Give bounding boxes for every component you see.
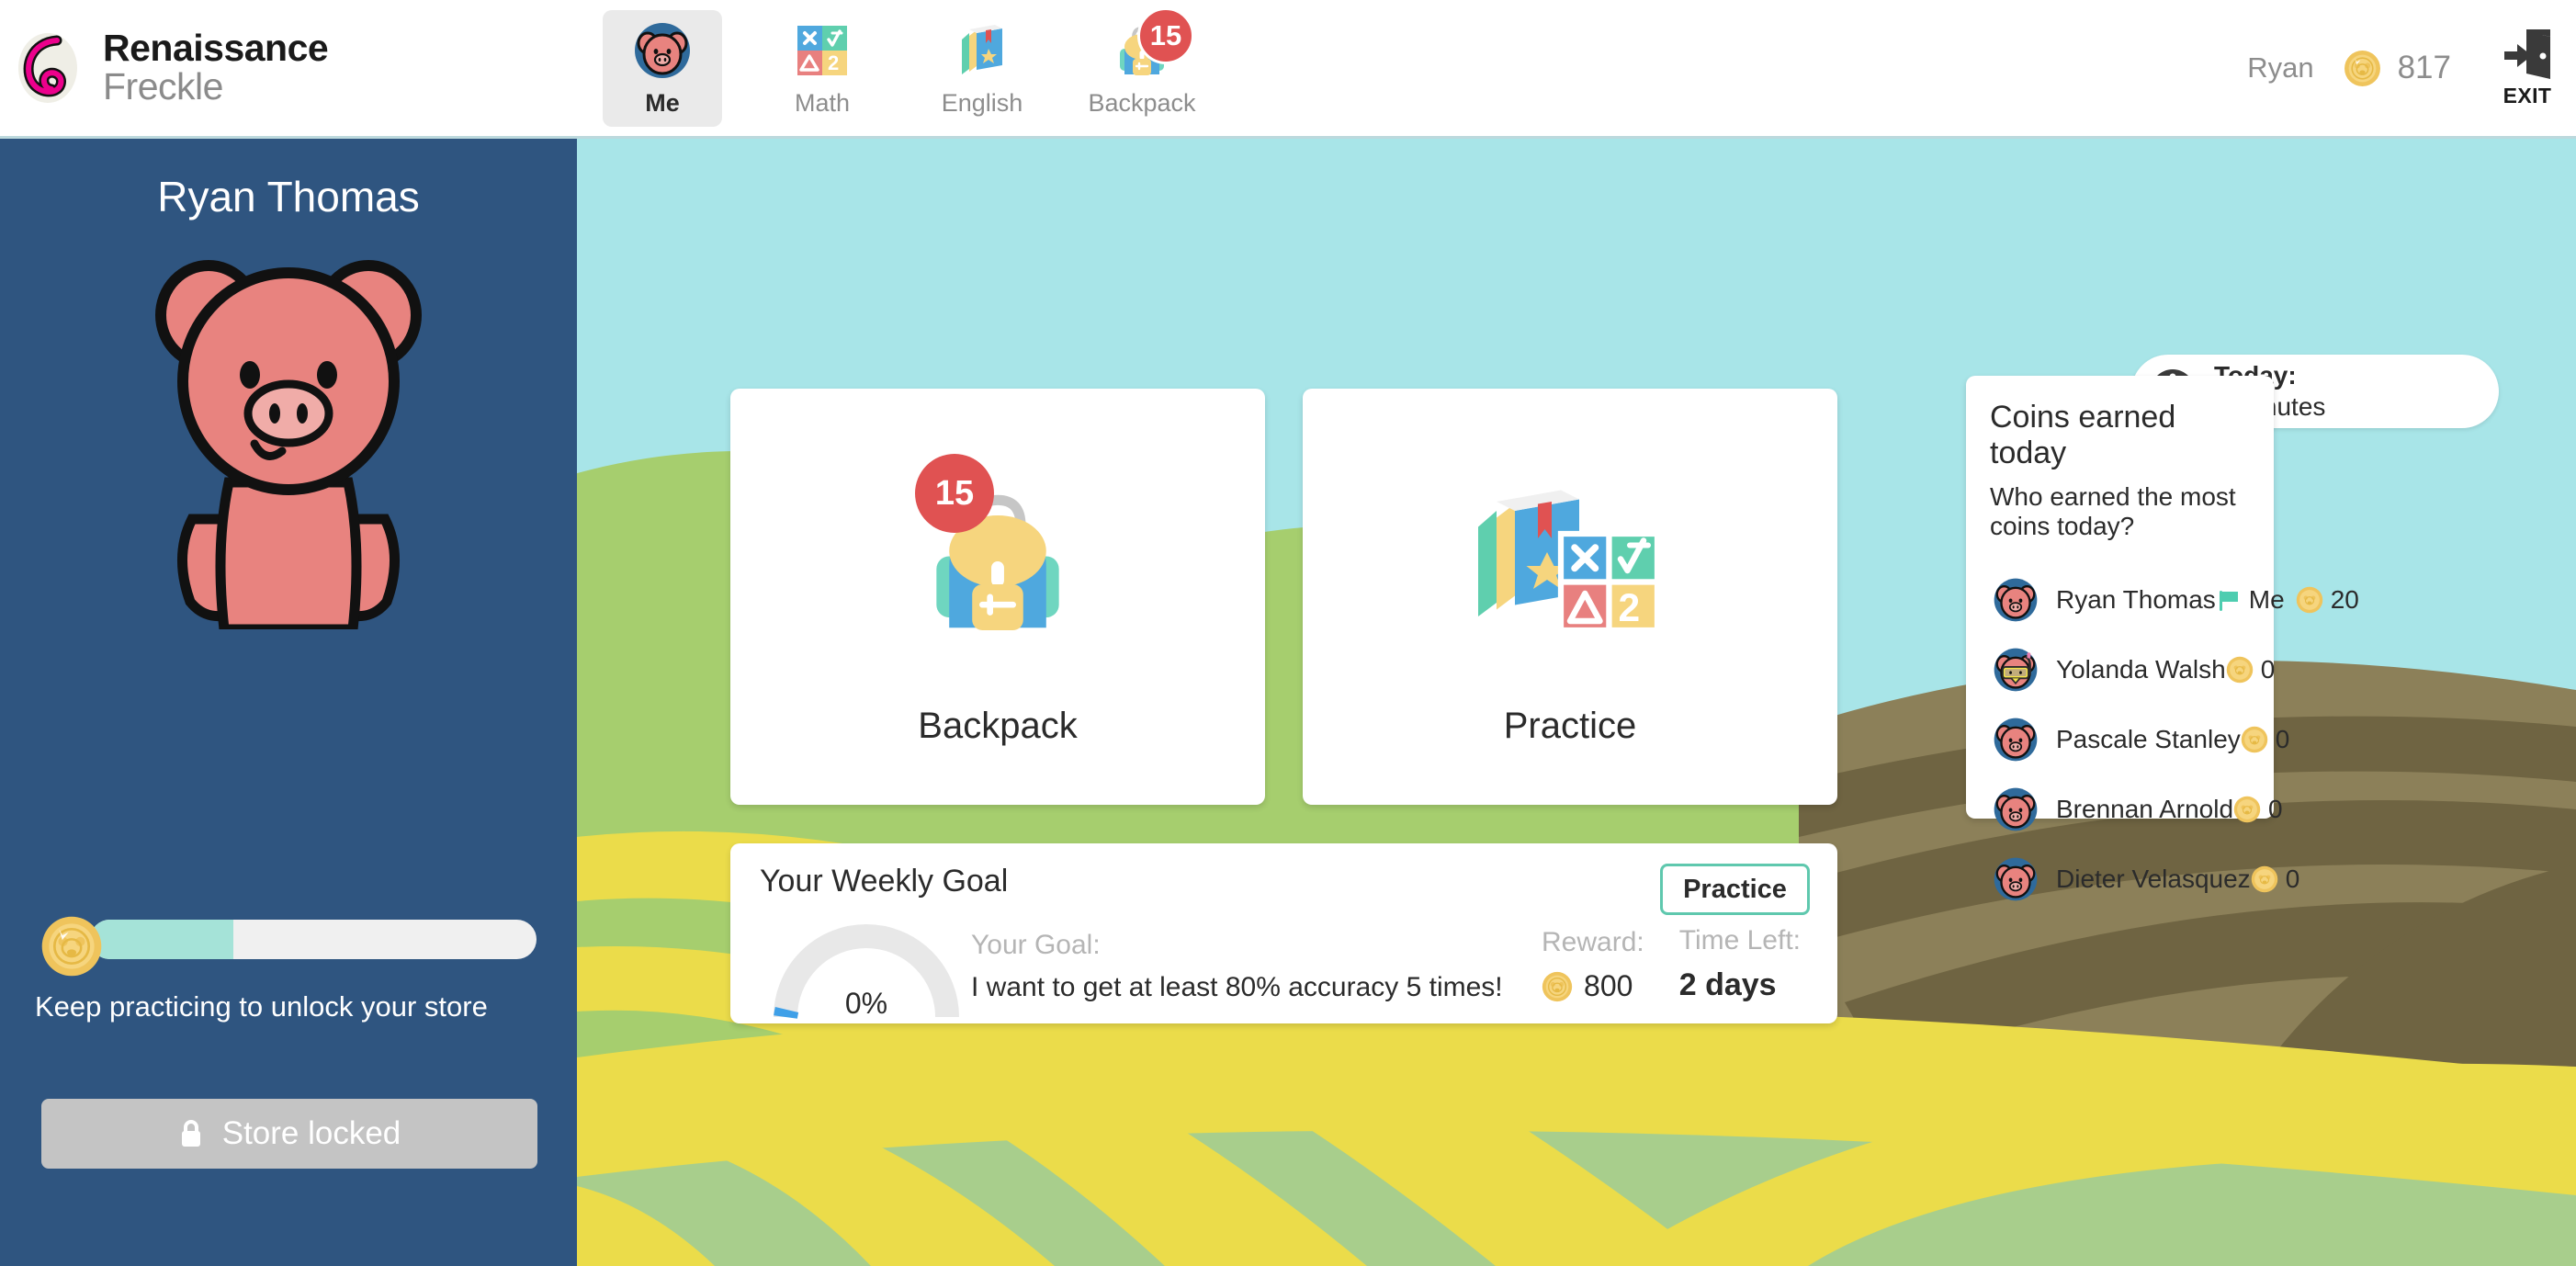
exit-label: EXIT [2503,84,2552,107]
brand-line-1: Renaissance [103,27,329,70]
goal-percent-label: 0% [844,987,888,1020]
coin-icon [1542,971,1573,1001]
store-locked-label: Store locked [221,1115,401,1151]
nav-tab-backpack-label: Backpack [1088,88,1196,117]
nav-tab-backpack[interactable]: Backpack 15 [1082,6,1202,127]
header-user-name: Ryan [2247,51,2314,84]
leaderboard-coins: 0 [2285,865,2300,893]
pig-full-body-avatar [155,260,422,629]
leaderboard-subtitle: Who earned the most coins today? [1990,482,2236,540]
store-locked-button[interactable]: Store locked [41,1099,537,1169]
avatar [1994,857,2038,901]
main-navigation: Me 2 Math English Backpack 15 [603,6,1202,127]
brand-line-2: Freckle [103,65,223,107]
leaderboard-me-label: Me [2248,585,2285,614]
goal-progress-gauge: 0% [765,921,967,1022]
leaderboard-coins: 0 [2260,655,2276,684]
leaderboard-name: Ryan Thomas [2056,585,2216,614]
leaderboard-coins: 20 [2330,585,2359,614]
goal-text: I want to get at least 80% accuracy 5 ti… [971,972,1503,1002]
exit-button[interactable]: EXIT [2499,28,2556,108]
leaderboard-row: Ryan Thomas Me 20 [1990,565,2359,635]
weekly-goal-title: Your Weekly Goal [760,864,1009,899]
avatar [1994,787,2038,831]
goal-practice-button[interactable]: Practice [1660,864,1810,915]
coin-icon [41,916,102,977]
freckle-student-home: Renaissance Freckle Me 2 Math English Ba… [0,0,2576,1266]
brand-logo-area[interactable]: Renaissance Freckle [0,27,588,107]
lock-icon [181,1120,200,1147]
goal-label: Your Goal: [971,930,1101,960]
reward-value: 800 [1584,969,1633,1002]
time-left-value: 2 days [1678,967,1777,1002]
coin-icon [2251,865,2277,893]
unlock-store-text: Keep practicing to unlock your store [35,990,488,1023]
reward-label: Reward: [1542,927,1644,957]
svg-text:2: 2 [828,51,839,74]
leaderboard-row: Brennan Arnold 0 [1990,774,2283,844]
store-progress-bar [40,915,537,977]
leaderboard-row: Dieter Velasquez 0 [1990,844,2299,914]
time-left-label: Time Left: [1678,925,1801,955]
leaderboard-row: Yolanda Walsh 0 [1990,635,2275,705]
nav-tab-math-label: Math [794,88,851,117]
exit-door-icon [2504,29,2550,79]
practice-tile-label: Practice [1503,706,1637,746]
main-content: Today: 0 minutes 15 Backpack [577,139,2576,1266]
coin-icon [2296,586,2322,614]
coin-icon [2226,656,2253,684]
nav-tab-me-label: Me [645,88,680,117]
practice-tile[interactable]: 2 Practice [1303,389,1837,805]
backpack-tile[interactable]: 15 Backpack [730,389,1265,805]
leaderboard-name: Yolanda Walsh [2056,655,2226,684]
books-and-math-icon: 2 [1478,490,1661,634]
nav-tab-math[interactable]: 2 Math [763,10,882,127]
leaderboard-row: Pascale Stanley 0 [1990,705,2289,774]
coin-icon [2233,796,2261,823]
leaderboard-name: Brennan Arnold [2056,795,2234,823]
math-grid-icon: 2 [797,25,847,75]
weekly-goal-card: Your Weekly Goal Practice 0% Your Goal: … [730,843,1837,1023]
leaderboard-name: Dieter Velasquez [2056,865,2251,893]
leaderboard-title: Coins earned today [1990,400,2176,470]
svg-text:2: 2 [1619,587,1641,630]
progress-fill [90,920,233,959]
leaderboard-card: Coins earned today Who earned the most c… [1966,376,2359,901]
backpack-tile-badge: 15 [915,454,994,533]
student-sidebar: Ryan Thomas Keep practicing to unlock yo… [0,139,577,1266]
freckle-spiral-logo-icon [18,33,77,103]
leaderboard-name: Pascale Stanley [2056,725,2241,753]
nav-backpack-badge: 15 [1137,6,1194,64]
header-right-area: Ryan 817 EXIT [2247,28,2576,108]
nav-tab-english[interactable]: English [922,10,1042,127]
header-coin-count: 817 [2397,50,2451,85]
avatar [1994,648,2038,692]
avatar [1994,718,2038,762]
progress-track [90,920,537,959]
nav-tab-me[interactable]: Me [603,9,722,127]
pig-avatar-icon [635,22,690,78]
coin-icon [2344,50,2380,86]
backpack-tile-label: Backpack [918,706,1078,746]
flag-icon [2219,591,2238,611]
leaderboard-coins: 0 [2275,725,2290,753]
leaderboard-coins: 0 [2268,795,2283,823]
top-header: Renaissance Freckle Me 2 Math English Ba… [0,0,2576,139]
coin-icon [2241,726,2268,753]
nav-tab-english-label: English [941,88,1023,117]
student-name: Ryan Thomas [157,173,420,220]
avatar [1994,578,2038,622]
leaderboard-list: Ryan Thomas Me 20 Yolanda Walsh 0 Pascal… [1990,565,2359,914]
books-icon [962,24,1002,74]
